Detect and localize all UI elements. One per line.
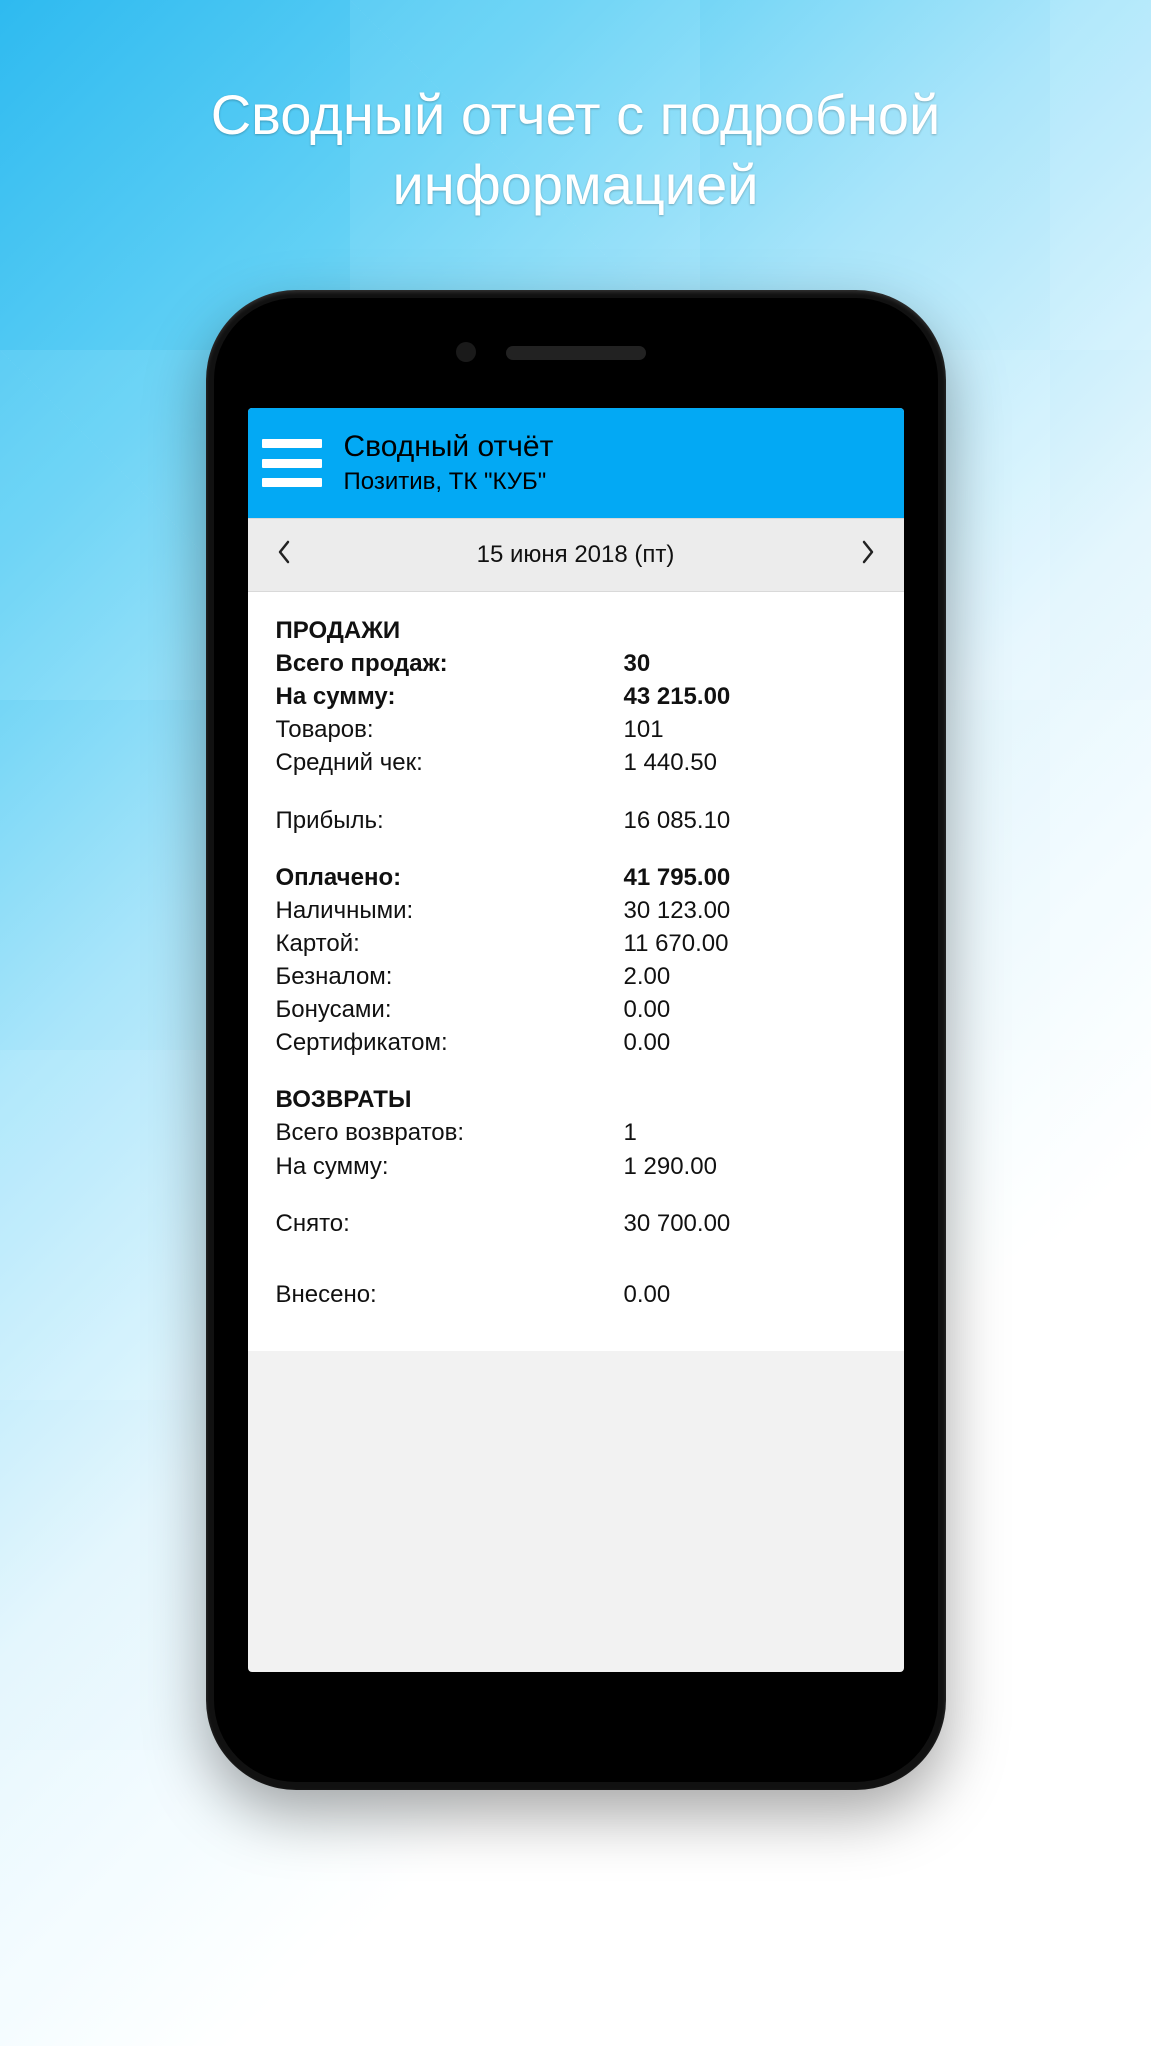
paid-label: Оплачено:	[276, 861, 624, 894]
sales-amount-value: 43 215.00	[624, 680, 876, 713]
app-bar: Сводный отчёт Позитив, ТК "КУБ"	[248, 408, 904, 518]
cash-label: Наличными:	[276, 894, 624, 927]
date-nav: 15 июня 2018 (пт)	[248, 518, 904, 592]
next-day-button[interactable]	[848, 539, 888, 571]
phone-frame: Сводный отчёт Позитив, ТК "КУБ" 15 июня …	[206, 290, 946, 1790]
sales-header: ПРОДАЖИ	[276, 614, 876, 647]
page-title: Сводный отчёт	[344, 430, 554, 464]
menu-icon[interactable]	[262, 439, 322, 487]
phone-speaker	[506, 346, 646, 360]
prev-day-button[interactable]	[264, 539, 304, 571]
withdrawn-value: 30 700.00	[624, 1207, 876, 1240]
deposited-label: Внесено:	[276, 1278, 624, 1311]
page-subtitle: Позитив, ТК "КУБ"	[344, 468, 554, 496]
profit-value: 16 085.10	[624, 804, 876, 837]
deposited-value: 0.00	[624, 1278, 876, 1311]
withdrawn-label: Снято:	[276, 1207, 624, 1240]
total-sales-value: 30	[624, 647, 876, 680]
profit-label: Прибыль:	[276, 804, 624, 837]
cash-value: 30 123.00	[624, 894, 876, 927]
wire-label: Безналом:	[276, 960, 624, 993]
returns-total-label: Всего возвратов:	[276, 1116, 624, 1149]
total-sales-label: Всего продаж:	[276, 647, 624, 680]
app-screen: Сводный отчёт Позитив, ТК "КУБ" 15 июня …	[248, 408, 904, 1672]
returns-amount-label: На сумму:	[276, 1150, 624, 1183]
returns-amount-value: 1 290.00	[624, 1150, 876, 1183]
cert-label: Сертификатом:	[276, 1026, 624, 1059]
returns-header: ВОЗВРАТЫ	[276, 1083, 876, 1116]
current-date[interactable]: 15 июня 2018 (пт)	[477, 541, 675, 569]
returns-total-value: 1	[624, 1116, 876, 1149]
paid-value: 41 795.00	[624, 861, 876, 894]
promo-title-line1: Сводный отчет с подробной	[211, 83, 941, 146]
avg-check-label: Средний чек:	[276, 746, 624, 779]
report-body: ПРОДАЖИ Всего продаж: 30 На сумму: 43 21…	[248, 592, 904, 1351]
wire-value: 2.00	[624, 960, 876, 993]
items-value: 101	[624, 713, 876, 746]
sales-amount-label: На сумму:	[276, 680, 624, 713]
card-label: Картой:	[276, 927, 624, 960]
avg-check-value: 1 440.50	[624, 746, 876, 779]
bonus-label: Бонусами:	[276, 993, 624, 1026]
promo-title: Сводный отчет с подробной информацией	[0, 0, 1151, 220]
items-label: Товаров:	[276, 713, 624, 746]
cert-value: 0.00	[624, 1026, 876, 1059]
card-value: 11 670.00	[624, 927, 876, 960]
promo-title-line2: информацией	[393, 153, 759, 216]
appbar-titles: Сводный отчёт Позитив, ТК "КУБ"	[344, 430, 554, 496]
bonus-value: 0.00	[624, 993, 876, 1026]
phone-camera	[456, 342, 476, 362]
